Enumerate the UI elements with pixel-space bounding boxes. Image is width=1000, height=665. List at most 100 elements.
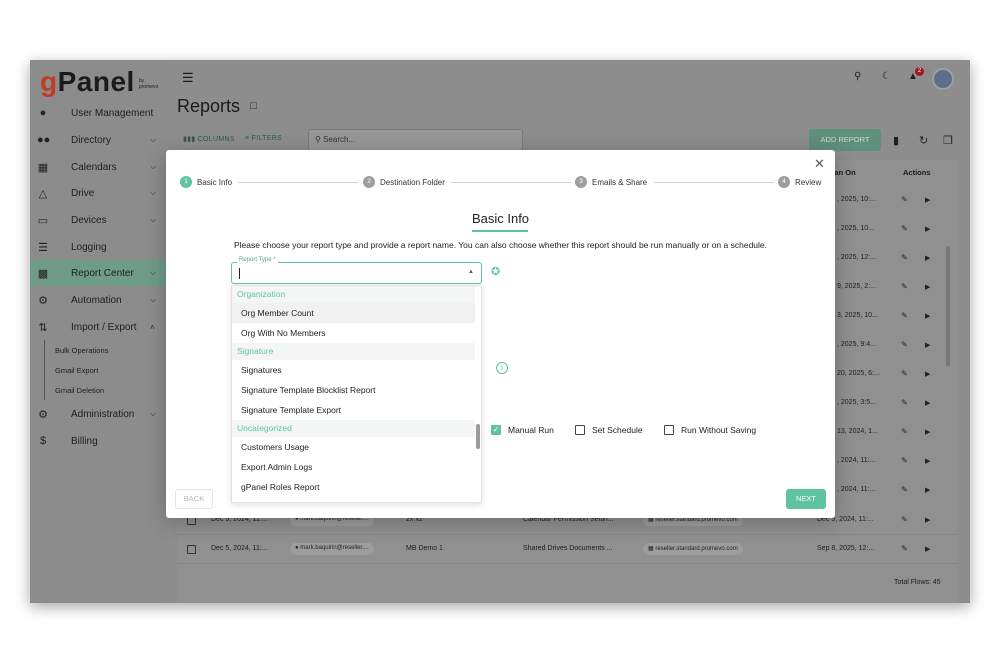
drive-icon: △ — [38, 187, 48, 200]
manual-run-checkbox[interactable]: ✓ Manual Run — [491, 425, 554, 435]
table-scrollbar[interactable] — [946, 246, 950, 366]
chevron-down-icon: ⌵ — [150, 409, 157, 418]
menu-icon[interactable]: ☰ — [182, 70, 194, 86]
run-icon[interactable]: ▶ — [925, 399, 930, 407]
arrow-up-icon[interactable]: ▲ — [468, 269, 474, 275]
back-button[interactable]: BACK — [175, 489, 213, 509]
step-emails-share: 3 Emails & Share — [575, 176, 647, 188]
run-icon[interactable]: ▶ — [925, 486, 930, 494]
run-icon[interactable]: ▶ — [925, 457, 930, 465]
sidebar-subitem-gmail-export[interactable]: Gmail Export — [44, 360, 98, 380]
owner-label: mark.baquirin@reseller.... — [300, 545, 369, 551]
edit-icon[interactable]: ✎ — [901, 282, 908, 291]
dropdown-option[interactable]: Signatures — [232, 360, 475, 380]
trash-icon[interactable]: ▮ — [893, 134, 899, 147]
edit-icon[interactable]: ✎ — [901, 544, 908, 553]
refresh-icon[interactable]: ↻ — [919, 134, 928, 147]
dropdown-option[interactable]: Export Admin Logs — [232, 457, 475, 477]
run-without-saving-checkbox[interactable]: Run Without Saving — [664, 425, 756, 435]
copy-icon[interactable]: ❐ — [943, 134, 953, 147]
sidebar-item-logging[interactable]: ☰ Logging — [30, 234, 166, 260]
sidebar-item-label: Logging — [71, 241, 107, 253]
edit-icon[interactable]: ✎ — [901, 456, 908, 465]
sidebar-item-devices[interactable]: ▭ Devices ⌵ — [30, 207, 166, 233]
dropdown-option[interactable]: gPanel Roles Report — [232, 477, 475, 497]
dropdown-scrollbar[interactable] — [476, 424, 480, 449]
edit-icon[interactable]: ✎ — [901, 398, 908, 407]
chevron-down-icon: ⌵ — [150, 162, 157, 171]
step-connector — [451, 182, 571, 183]
sidebar-subitem-bulk-operations[interactable]: Bulk Operations — [44, 340, 108, 360]
sidebar-item-drive[interactable]: △ Drive ⌵ — [30, 180, 166, 206]
step-label: Emails & Share — [592, 177, 648, 187]
edit-icon[interactable]: ✎ — [901, 340, 908, 349]
step-label: Review — [795, 177, 822, 187]
chevron-up-icon: ˄ — [150, 322, 155, 332]
run-icon[interactable]: ▶ — [925, 254, 930, 262]
search-input[interactable]: ⚲ Search... — [308, 129, 523, 151]
columns-button[interactable]: ▮▮▮ COLUMNS — [183, 135, 235, 143]
ran-on-cell: , 2025, 10... — [837, 225, 874, 232]
next-button[interactable]: NEXT — [786, 489, 826, 509]
edit-icon[interactable]: ✎ — [901, 253, 908, 262]
sidebar: gPanel by promevo ● User Management ●● Di… — [30, 60, 166, 603]
report-type-select[interactable]: Report Type * ▲ — [231, 257, 482, 284]
avatar[interactable] — [932, 68, 954, 90]
run-icon[interactable]: ▶ — [925, 225, 930, 233]
edit-icon[interactable]: ✎ — [901, 427, 908, 436]
add-report-button[interactable]: ADD REPORT — [809, 129, 881, 151]
run-icon[interactable]: ▶ — [925, 370, 930, 378]
step-number: 4 — [778, 176, 790, 188]
edit-icon[interactable]: ✎ — [901, 485, 908, 494]
step-label: Basic Info — [197, 177, 233, 187]
checkbox-box — [575, 425, 585, 435]
import-export-icon: ⇅ — [38, 321, 48, 334]
run-icon[interactable]: ▶ — [925, 341, 930, 349]
table-row[interactable]: Dec 5, 2024, 11:... ● mark.baquirin@rese… — [177, 535, 957, 564]
created-cell: Dec 5, 2024, 11:... — [211, 545, 268, 552]
dialog-title: Basic Info — [471, 211, 530, 226]
dropdown-option[interactable]: Org With No Members — [232, 323, 475, 343]
close-icon[interactable]: ✕ — [814, 156, 825, 172]
sidebar-item-user-management[interactable]: ● User Management — [30, 100, 166, 126]
sidebar-item-automation[interactable]: ⚙ Automation ⌵ — [30, 287, 166, 313]
edit-icon[interactable]: ✎ — [901, 369, 908, 378]
run-icon[interactable]: ▶ — [925, 312, 930, 320]
info-icon[interactable]: i — [496, 362, 508, 374]
edit-icon[interactable]: ✎ — [901, 224, 908, 233]
step-connector — [238, 182, 358, 183]
sidebar-item-billing[interactable]: $ Billing — [30, 428, 166, 454]
dark-mode-icon[interactable]: ☾ — [882, 71, 891, 82]
person-icon: ● — [39, 107, 47, 119]
sidebar-subitem-gmail-deletion[interactable]: Gmail Deletion — [44, 380, 104, 400]
sidebar-item-administration[interactable]: ⚙ Administration ⌵ — [30, 401, 166, 427]
dropdown-option[interactable]: Signature Template Blocklist Report — [232, 380, 475, 400]
filters-button[interactable]: ≡ FILTERS — [245, 135, 282, 142]
sidebar-item-report-center[interactable]: ▩ Report Center ⌵ — [30, 260, 166, 286]
run-icon[interactable]: ▶ — [925, 428, 930, 436]
report-icon: ▩ — [37, 267, 49, 280]
dropdown-option[interactable]: Customers Usage — [232, 437, 475, 457]
page-title: Reports — [177, 96, 241, 116]
set-schedule-checkbox[interactable]: Set Schedule — [575, 425, 643, 435]
sidebar-item-calendars[interactable]: ▦ Calendars ⌵ — [30, 154, 166, 180]
text-caret — [239, 268, 240, 279]
row-checkbox[interactable] — [187, 545, 196, 554]
search-icon[interactable]: ⚲ — [854, 71, 861, 82]
dropdown-option[interactable]: Org Member Count — [232, 303, 475, 323]
edit-icon[interactable]: ✎ — [901, 195, 908, 204]
run-icon[interactable]: ▶ — [925, 196, 930, 204]
run-icon[interactable]: ▶ — [925, 545, 930, 553]
gpanel-logo[interactable]: gPanel by promevo — [40, 66, 158, 96]
sidebar-item-import-export[interactable]: ⇅ Import / Export ˄ — [30, 314, 166, 340]
edit-icon[interactable]: ✎ — [901, 515, 908, 524]
run-icon[interactable]: ▶ — [925, 283, 930, 291]
run-icon[interactable]: ▶ — [925, 516, 930, 524]
edit-icon[interactable]: ✎ — [901, 311, 908, 320]
column-header-actions: Actions — [903, 168, 931, 177]
sidebar-item-directory[interactable]: ●● Directory ⌵ — [30, 127, 166, 153]
bookmark-icon[interactable]: □ — [250, 100, 257, 112]
ran-on-cell: Sep 8, 2025, 12:... — [817, 545, 875, 552]
ran-on-cell: , 2025, 3:5... — [837, 399, 876, 406]
dropdown-option[interactable]: Signature Template Export — [232, 400, 475, 420]
